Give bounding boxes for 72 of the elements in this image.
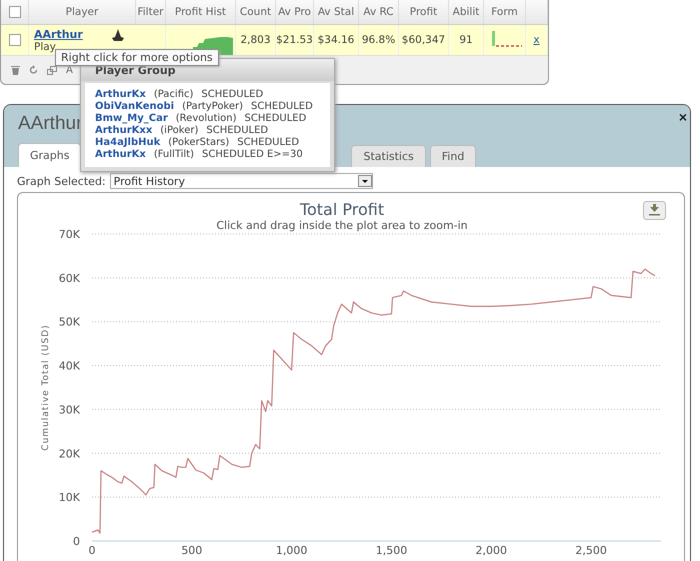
site-label: (Revolution) [176, 113, 237, 125]
refresh-icon[interactable] [29, 65, 38, 75]
y-tick-label: 40K [58, 360, 80, 373]
y-tick-label: 30K [58, 403, 80, 416]
y-tick-label: 20K [58, 447, 80, 460]
chart-title: Total Profit [300, 200, 384, 219]
x-tick-label: 1,500 [376, 544, 408, 557]
tab[interactable]: Statistics [351, 145, 426, 167]
column-header[interactable]: Player [66, 6, 98, 18]
status-label: SCHEDULED [251, 101, 313, 113]
checkbox[interactable] [8, 6, 20, 18]
download-icon[interactable] [643, 201, 666, 220]
popup-title: Player Group [95, 64, 176, 76]
y-axis-title: Cumulative Total (USD) [41, 324, 51, 451]
column-header[interactable]: Profit Hist [174, 6, 226, 18]
x-tick-label: 1,000 [276, 544, 308, 557]
table-cell: $21.53 [276, 25, 314, 55]
table-cell: 96.8% [359, 25, 399, 55]
y-tick-label: 0 [73, 535, 80, 548]
column-header[interactable]: Count [240, 6, 272, 18]
y-tick-label: 50K [58, 316, 80, 329]
player-name-link[interactable]: ArthurKx [95, 149, 146, 161]
status-label: SCHEDULED [201, 89, 264, 101]
column-header[interactable]: Av Pro [278, 6, 311, 18]
y-tick-label: 60K [58, 272, 80, 285]
tooltip: Right click for more options [55, 49, 219, 66]
column-header[interactable]: Profit [410, 6, 438, 18]
x-tick-label: 0 [88, 544, 96, 557]
site-label: (iPoker) [160, 125, 198, 137]
column-header[interactable]: Av RC [363, 6, 394, 18]
column-header[interactable]: Filter [137, 6, 164, 18]
table-cell: 2,803 [236, 25, 276, 55]
chart-subtitle: Click and drag inside the plot area to zoom-in [216, 219, 468, 232]
ship-icon [112, 29, 124, 41]
table-cell: $34.16 [314, 25, 359, 55]
window-title: AArthur [18, 113, 82, 135]
player-name-link[interactable]: ArthurKx [95, 89, 146, 101]
x-tick-label: 500 [181, 544, 202, 557]
column-header[interactable]: Av Stal [318, 6, 354, 18]
graph-select[interactable]: Profit History [110, 173, 373, 189]
status-label: SCHEDULED [244, 113, 306, 125]
site-label: (PartyPoker) [182, 101, 244, 113]
y-tick-label: 70K [58, 228, 80, 241]
popout-icon[interactable] [47, 66, 57, 74]
remove-link[interactable]: x [533, 34, 540, 46]
player-name-link[interactable]: Ha4aJlbHuk [95, 137, 160, 149]
table-cell: $60,347 [399, 25, 449, 55]
site-label: (Pacific) [154, 89, 194, 101]
trash-icon[interactable] [11, 65, 20, 75]
site-label: (FullTilt) [154, 149, 194, 161]
player-link[interactable]: AArthur [34, 28, 136, 40]
player-name-link[interactable]: ObiVanKenobi [95, 101, 174, 113]
x-tick-label: 2,500 [575, 544, 607, 557]
dropdown-icon[interactable] [358, 175, 372, 187]
x-tick-label: 2,000 [476, 544, 508, 557]
status-label: SCHEDULED [237, 137, 300, 149]
site-label: (PokerStars) [168, 137, 230, 149]
y-tick-label: 10K [58, 491, 80, 504]
column-header[interactable]: Form [491, 6, 518, 18]
player-name-link[interactable]: ArthurKxx [95, 125, 152, 137]
column-header[interactable]: Abilit [452, 6, 480, 18]
graph-select-label: Graph Selected: [17, 174, 106, 188]
close-button[interactable]: × [678, 109, 687, 125]
status-label: SCHEDULED [206, 125, 268, 137]
checkbox[interactable] [8, 34, 20, 46]
table-cell: 91 [449, 25, 484, 55]
tab[interactable]: Graphs [18, 143, 82, 167]
tab[interactable]: Find [430, 145, 476, 167]
player-name-link[interactable]: Bmw_My_Car [95, 113, 168, 125]
player-subtext: Play [34, 40, 57, 52]
status-label: SCHEDULED E>=30 [202, 149, 303, 161]
toolbar-label: A [66, 64, 73, 76]
